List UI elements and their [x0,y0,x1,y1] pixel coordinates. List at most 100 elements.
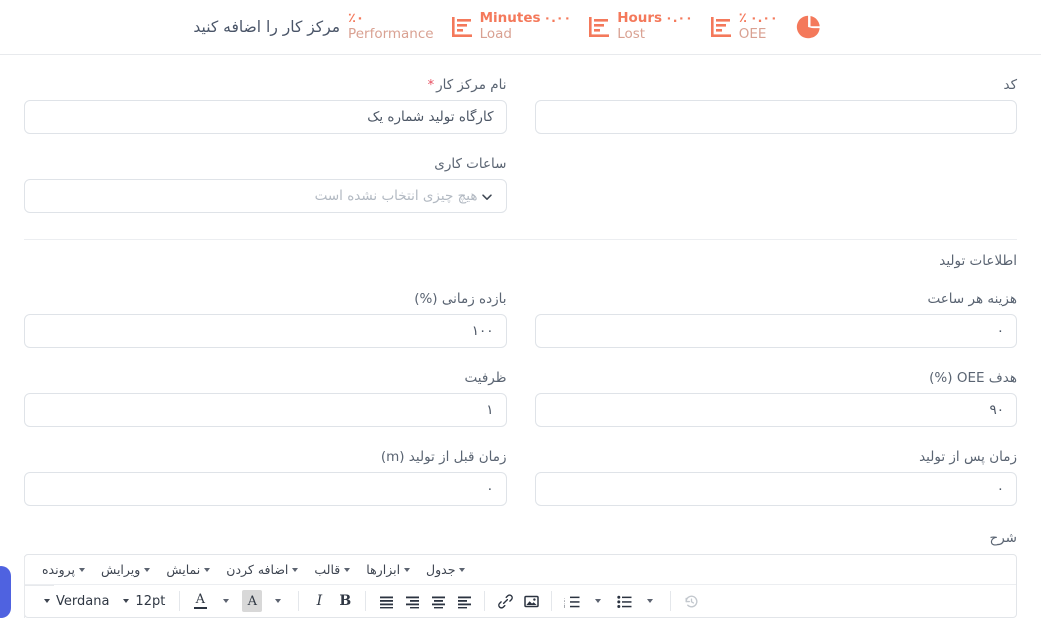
work-center-form-page: مرکز کار را اضافه کنید ٪ ۰.۰۰ OEE Hours … [0,0,1041,618]
align-justify-icon [379,596,393,608]
insert-group [488,589,548,613]
menu-format[interactable]: قالب [307,559,357,580]
work-center-name-input[interactable] [24,100,507,134]
field-spacer [535,156,1018,213]
toolbar-separator [670,591,672,611]
field-time-after-production: زمان پس از تولید [534,449,1017,506]
history-icon [685,595,698,607]
align-center-icon [431,596,445,608]
chevron-down-icon [44,599,50,603]
menu-file-label: پرونده [42,562,76,577]
align-right-icon [405,596,419,608]
image-button[interactable] [519,589,543,613]
working-hours-select[interactable]: هیچ چیزی انتخاب نشده است [24,179,507,213]
pie-chart-icon [794,12,824,42]
kpi-oee-value-row: ٪ ۰.۰۰ [739,11,778,27]
align-right-button[interactable] [400,589,424,613]
kpi-hours-lost-value-row: Hours ۰.۰۰ [617,11,693,27]
field-working-hours: ساعات کاری هیچ چیزی انتخاب نشده است [24,156,507,213]
menu-edit[interactable]: ویرایش [94,559,157,580]
left-grid-line-vertical [24,556,25,618]
link-button[interactable] [493,589,517,613]
time-efficiency-input[interactable] [24,314,507,348]
bullet-list-dropdown[interactable] [638,589,662,613]
numbered-list-dropdown[interactable] [586,589,610,613]
kpi-oee: ٪ ۰.۰۰ OEE [701,5,786,49]
bold-button[interactable]: B [333,589,357,613]
work-center-name-label-text: نام مرکز کار [436,77,507,93]
kpi-pie-chart [786,5,832,49]
chevron-down-icon [647,599,654,603]
numbered-list-button[interactable]: 1 2 3 [560,589,584,613]
font-group: Verdana 12pt [33,589,176,613]
row-capacity-oee: هدف OEE (%) ظرفیت [24,370,1017,427]
kpi-performance-text: ٪۰ Performance [348,10,434,42]
working-hours-label: ساعات کاری [434,156,507,172]
svg-text:3: 3 [564,604,565,610]
cost-per-hour-label: هزینه هر ساعت [927,291,1017,307]
kpi-hours-lost-text: Hours ۰.۰۰ Lost [617,11,693,42]
menu-tools[interactable]: ابزارها [359,559,417,580]
font-size-select[interactable]: 12pt [117,589,171,613]
menu-view[interactable]: نمایش [159,559,217,580]
time-after-production-label: زمان پس از تولید [919,449,1017,465]
chevron-down-icon [79,567,86,572]
toolbar-separator [365,591,367,611]
working-hours-placeholder: هیچ چیزی انتخاب نشده است [314,188,478,204]
menu-tools-label: ابزارها [366,562,401,577]
edge-action-tab[interactable] [0,566,11,618]
align-justify-button[interactable] [374,589,398,613]
text-color-dropdown[interactable] [214,589,238,613]
kpi-minutes-load-value-row: Minutes ۰.۰۰ [480,11,572,27]
italic-button[interactable]: I [307,589,331,613]
kpi-hours-lost: Hours ۰.۰۰ Lost [579,5,701,49]
kpi-oee-value: ۰.۰۰ [749,10,778,26]
link-icon [497,593,513,609]
left-grid-line-horizontal [24,585,54,586]
kpi-performance-value: ٪۰ [348,10,364,26]
menu-insert[interactable]: اضافه کردن [219,559,305,580]
kpi-minutes-load-label: Load [479,26,512,42]
chevron-down-icon [480,189,494,203]
list-group: 1 2 3 [555,589,667,613]
bullet-list-button[interactable] [612,589,636,613]
field-oee-target: هدف OEE (%) [534,370,1017,427]
text-color-button[interactable]: A [188,589,212,613]
toolbar-separator [484,591,486,611]
align-left-icon [457,596,471,608]
description-label: شرح [989,530,1017,546]
history-group [674,589,708,613]
field-code: کد [534,77,1017,134]
font-family-select[interactable]: Verdana [38,589,115,613]
work-center-name-label: نام مرکز کار* [24,77,507,93]
capacity-label: ظرفیت [464,370,507,386]
field-work-center-name: نام مرکز کار* [24,77,507,134]
kpi-minutes-load-name: Minutes [479,10,541,27]
align-left-button[interactable] [452,589,476,613]
menu-table[interactable]: جدول [419,559,472,580]
capacity-input[interactable] [24,393,507,427]
highlight-color-dropdown[interactable] [266,589,290,613]
oee-target-input[interactable] [534,393,1017,427]
cost-per-hour-input[interactable] [534,314,1017,348]
menu-file[interactable]: پرونده [35,559,92,580]
time-after-production-input[interactable] [534,472,1017,506]
kpi-hours-lost-value: ۰.۰۰ [665,10,693,26]
font-size-value: 12pt [135,593,166,609]
history-button[interactable] [679,589,703,613]
time-before-production-input[interactable] [24,472,507,506]
kpi-minutes-load-value: ۰.۰۰ [543,10,572,26]
numbered-list-icon: 1 2 3 [564,595,580,610]
code-input[interactable] [534,100,1017,134]
bar-chart-icon [709,13,735,41]
chevron-down-icon [404,567,411,572]
kpi-minutes-load-text: Minutes ۰.۰۰ Load [480,11,572,42]
kpi-oee-text: ٪ ۰.۰۰ OEE [739,11,778,42]
highlight-color-button[interactable]: A [240,589,264,613]
page-title: مرکز کار را اضافه کنید [193,18,341,36]
chevron-down-icon [595,599,602,603]
align-center-button[interactable] [426,589,450,613]
color-underline-bar [193,607,207,609]
kpi-hours-lost-name: Hours [617,10,663,27]
rich-text-editor: پرونده ویرایش نمایش اضافه کردن قالب ابزا… [24,554,1017,618]
